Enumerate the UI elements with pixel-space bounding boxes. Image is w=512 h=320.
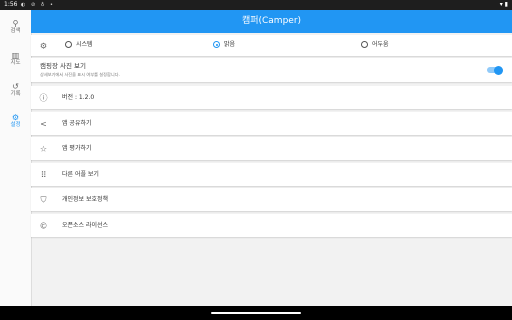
app-title: 캠퍼(Camper): [241, 16, 302, 26]
app-window: ⚲ 검색 ▥ 지도 ↺ 기록 ⚙ 설정 캠퍼(Camper) ⚙ 시스템 밝음 …: [0, 10, 512, 306]
menu-item-rate[interactable]: ☆ 앱 평가하기: [31, 137, 512, 160]
menu-item-label: 오픈소스 라이선스: [62, 221, 109, 229]
menu-item-label: 개인정보 보호정책: [62, 195, 109, 203]
theme-radio-light-label[interactable]: 밝음: [224, 40, 235, 49]
photo-setting-title: 캠핑장 사진 보기: [40, 62, 86, 70]
toggle-knob: [494, 65, 503, 75]
status-time: 1:56: [4, 1, 18, 8]
app-bar: 캠퍼(Camper): [31, 10, 512, 33]
settings-icon: ⚙: [11, 113, 20, 122]
menu-item-share[interactable]: < 앱 공유하기: [31, 112, 512, 135]
status-notification-icons: ◐ ⊘ ♁ •: [21, 2, 55, 8]
rail-item-search[interactable]: ⚲ 검색: [0, 19, 31, 35]
apps-grid-icon: ⠿: [40, 170, 47, 179]
settings-outline-icon: ⚙: [39, 41, 48, 50]
rail-item-settings[interactable]: ⚙ 설정: [0, 113, 31, 129]
menu-item-label: 버전 : 1.2.0: [62, 93, 95, 101]
search-icon: ⚲: [12, 19, 19, 28]
photo-setting-description: 상세보기에서 사진을 표시 여부를 설정합니다.: [40, 72, 120, 77]
theme-radio-light[interactable]: [213, 41, 220, 48]
map-icon: ▥: [11, 51, 20, 60]
history-icon: ↺: [12, 82, 19, 91]
info-icon: ⓘ: [39, 93, 48, 102]
rail-item-label: 검색: [10, 28, 21, 34]
rail-item-label: 지도: [10, 60, 21, 66]
photo-setting-row[interactable]: 캠핑장 사진 보기 상세보기에서 사진을 표시 여부를 설정합니다.: [31, 58, 512, 82]
copyright-icon: ©: [39, 221, 48, 230]
star-icon: ☆: [39, 144, 48, 153]
system-navigation-bar: [0, 306, 512, 320]
settings-content: ⚙ 시스템 밝음 어두움 캠핑장 사진 보기 상세보기에서 사진을 표시 여부를…: [31, 33, 512, 306]
home-gesture-handle[interactable]: [211, 312, 301, 314]
status-bar: 1:56 ◐ ⊘ ♁ • ▾ ▮: [0, 0, 512, 10]
rail-item-label: 기록: [10, 91, 21, 97]
theme-radio-system-label[interactable]: 시스템: [76, 40, 93, 49]
shield-icon: ⛉: [40, 195, 47, 204]
navigation-rail: ⚲ 검색 ▥ 지도 ↺ 기록 ⚙ 설정: [0, 10, 32, 306]
theme-radio-system[interactable]: [65, 41, 72, 48]
menu-item-version[interactable]: ⓘ 버전 : 1.2.0: [31, 86, 512, 109]
theme-radio-dark-label[interactable]: 어두움: [372, 40, 389, 49]
menu-item-privacy[interactable]: ⛉ 개인정보 보호정책: [31, 188, 512, 211]
menu-item-licenses[interactable]: © 오픈소스 라이선스: [31, 214, 512, 237]
menu-item-label: 앱 공유하기: [62, 119, 92, 127]
rail-item-label: 설정: [10, 122, 21, 128]
menu-item-other-apps[interactable]: ⠿ 다른 어플 보기: [31, 163, 512, 186]
menu-item-label: 다른 어플 보기: [62, 170, 99, 178]
share-icon: <: [40, 119, 47, 128]
theme-selector: ⚙ 시스템 밝음 어두움: [31, 35, 512, 56]
theme-radio-dark[interactable]: [361, 41, 368, 48]
rail-item-history[interactable]: ↺ 기록: [0, 82, 31, 98]
rail-item-map[interactable]: ▥ 지도: [0, 51, 31, 67]
photo-toggle-switch[interactable]: [487, 65, 503, 75]
menu-item-label: 앱 평가하기: [62, 144, 92, 152]
status-wifi-battery-icons: ▾ ▮: [499, 1, 508, 8]
